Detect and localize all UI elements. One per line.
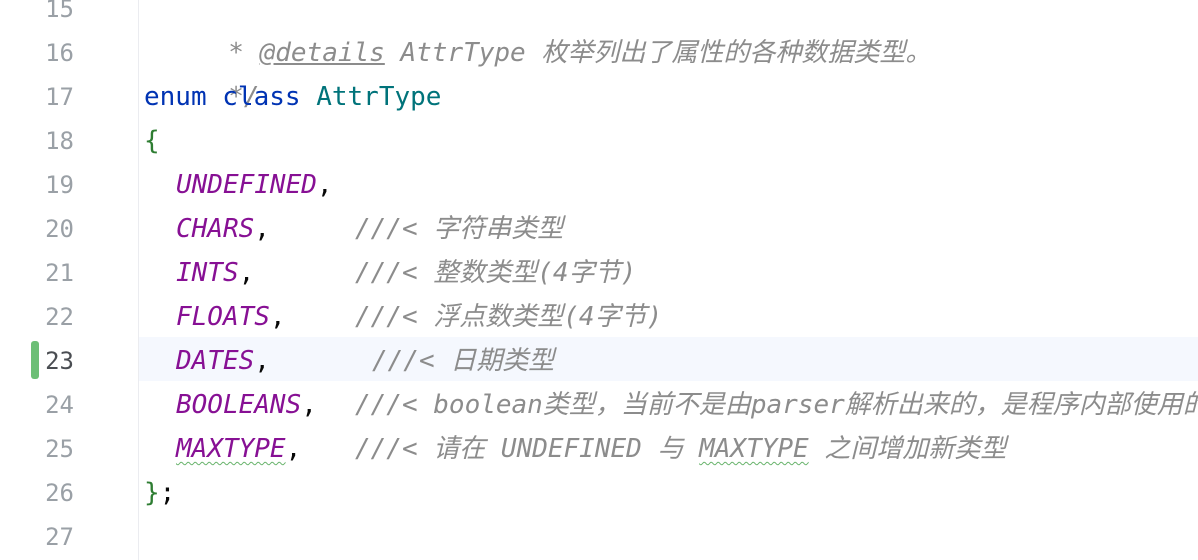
- semicolon: ;: [159, 478, 176, 508]
- enum-constant-dates: DATES: [176, 346, 255, 376]
- keyword-enum: enum: [144, 82, 207, 112]
- enum-constant-ints: INTS: [176, 258, 239, 288]
- line-number: 18: [45, 127, 74, 155]
- keyword-class: class: [222, 82, 301, 112]
- enum-constant-maxtype: MAXTYPE: [176, 434, 286, 464]
- comment-chars: ///< 字符串类型: [355, 214, 564, 244]
- enum-constant-undefined: UNDEFINED: [176, 170, 317, 200]
- comma: ,: [269, 302, 286, 332]
- code-line-16[interactable]: */: [150, 31, 259, 112]
- comma: ,: [238, 258, 255, 288]
- comma: ,: [301, 390, 317, 420]
- code-line-26[interactable]: };: [144, 471, 175, 515]
- line-number: 22: [45, 303, 74, 331]
- enum-constant-floats: FLOATS: [176, 302, 270, 332]
- code-line-21[interactable]: INTS,: [176, 251, 254, 295]
- line-number: 19: [45, 171, 74, 199]
- line-number: 21: [45, 259, 74, 287]
- doc-tag-details: @details: [259, 38, 385, 68]
- code-line-20[interactable]: CHARS,: [176, 207, 270, 251]
- comma: ,: [254, 214, 270, 244]
- code-line-24[interactable]: BOOLEANS,: [176, 383, 317, 427]
- comment-maxtype-word: MAXTYPE: [699, 434, 809, 464]
- enum-constant-chars: CHARS: [176, 214, 255, 244]
- close-brace: }: [144, 478, 160, 508]
- line-number: 16: [45, 39, 74, 67]
- comma: ,: [316, 170, 333, 200]
- code-line-15[interactable]: * @details AttrType 枚举列出了属性的各种数据类型。: [150, 0, 931, 68]
- code-line-22[interactable]: FLOATS,: [176, 295, 286, 339]
- enum-constant-booleans: BOOLEANS: [176, 390, 302, 420]
- code-line-18[interactable]: {: [144, 119, 160, 163]
- comment-ints: ///< 整数类型(4字节): [355, 258, 637, 288]
- code-editor[interactable]: 15 16 17 18 19 20 21 22 23 24 25 26 27 *…: [0, 0, 1198, 560]
- line-number: 27: [45, 523, 74, 551]
- code-line-23[interactable]: DATES,: [176, 339, 270, 383]
- code-line-19[interactable]: UNDEFINED,: [176, 163, 333, 207]
- line-number: 24: [45, 391, 74, 419]
- comment-dates: ///< 日期类型: [372, 346, 555, 376]
- current-line-highlight: [139, 337, 1198, 381]
- comment-maxtype-part-c: 之间增加新类型: [808, 434, 1007, 464]
- comment-booleans: ///< boolean类型，当前不是由parser解析出来的，是程序内部使用的: [355, 390, 1198, 420]
- comma: ,: [254, 346, 270, 376]
- line-number: 26: [45, 479, 74, 507]
- open-brace: {: [144, 126, 160, 156]
- comma: ,: [285, 434, 302, 464]
- code-line-25[interactable]: MAXTYPE,: [176, 427, 301, 471]
- line-number: 17: [45, 83, 74, 111]
- line-number: 25: [45, 435, 74, 463]
- code-line-17[interactable]: enum class AttrType: [144, 75, 441, 119]
- current-line-number: 23: [45, 347, 74, 375]
- enum-name: AttrType: [316, 82, 442, 112]
- line-number-gutter[interactable]: 15 16 17 18 19 20 21 22 23 24 25 26 27: [0, 0, 139, 560]
- comment-maxtype: ///< 请在 UNDEFINED 与 MAXTYPE 之间增加新类型: [355, 427, 1006, 471]
- comment-floats: ///< 浮点数类型(4字节): [355, 302, 663, 332]
- line-number: 15: [45, 0, 74, 23]
- comment-maxtype-part-a: ///< 请在 UNDEFINED 与: [355, 434, 700, 464]
- doc-comment-text: AttrType 枚举列出了属性的各种数据类型。: [384, 38, 932, 68]
- line-number: 20: [45, 215, 74, 243]
